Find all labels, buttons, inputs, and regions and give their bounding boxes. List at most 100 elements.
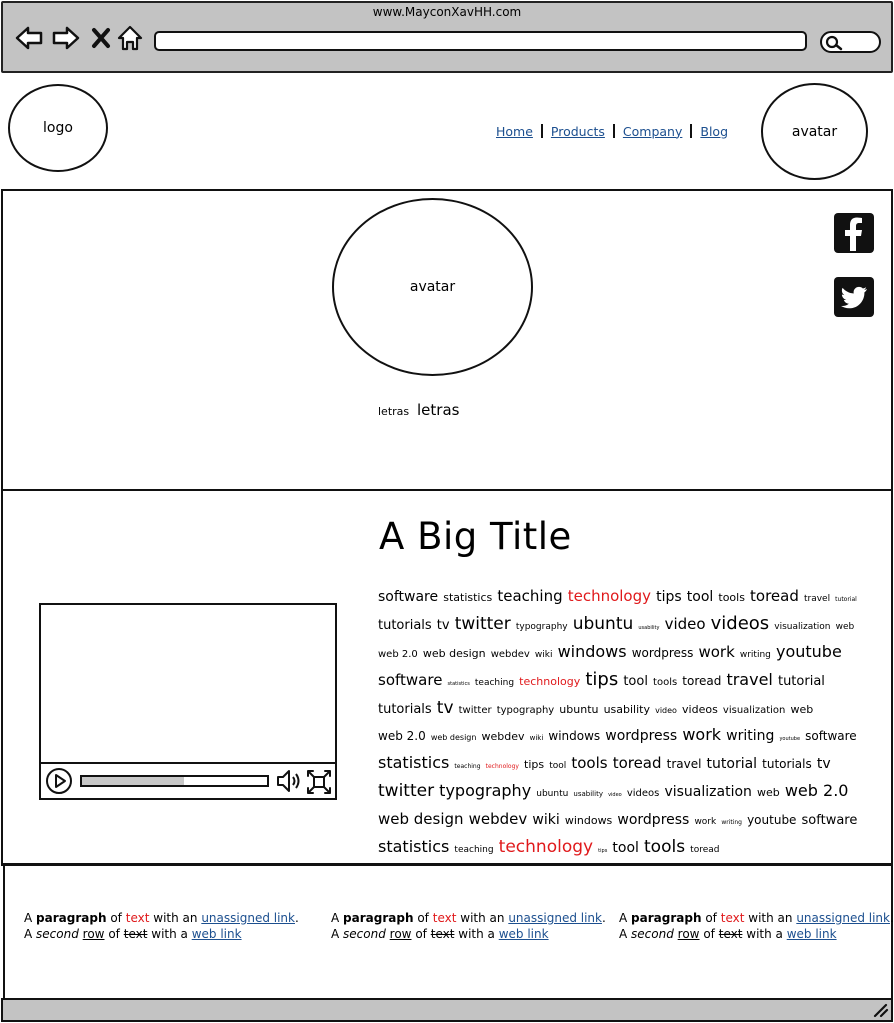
tag-typography[interactable]: typography [497, 705, 555, 716]
tag-teaching[interactable]: teaching [497, 587, 562, 605]
tag-ubuntu[interactable]: ubuntu [536, 789, 568, 799]
tag-travel[interactable]: travel [726, 670, 772, 689]
tag-toread[interactable]: toread [750, 587, 799, 605]
tag-videos[interactable]: videos [711, 613, 770, 634]
logo[interactable]: logo [8, 84, 108, 172]
tag-web-2-0[interactable]: web 2.0 [785, 781, 849, 800]
tag-toread[interactable]: toread [682, 674, 721, 688]
back-icon[interactable] [14, 24, 43, 52]
tag-windows[interactable]: windows [548, 729, 600, 743]
tag-usability[interactable]: usability [604, 703, 650, 716]
tag-web-design[interactable]: web design [423, 647, 486, 660]
tag-software[interactable]: software [805, 729, 857, 743]
tag-teaching[interactable]: teaching [454, 845, 493, 855]
facebook-icon[interactable] [834, 213, 874, 253]
tag-writing[interactable]: writing [726, 728, 774, 744]
tag-tips[interactable]: tips [598, 848, 607, 854]
tag-typography[interactable]: typography [439, 781, 531, 800]
unassigned-link[interactable]: unassigned link [201, 911, 295, 925]
web-link[interactable]: web link [787, 927, 837, 941]
tag-wiki[interactable]: wiki [530, 734, 544, 742]
volume-icon[interactable] [275, 768, 303, 798]
home-icon[interactable] [116, 24, 144, 52]
tag-tutorials[interactable]: tutorials [378, 702, 432, 717]
tag-ubuntu[interactable]: ubuntu [573, 614, 634, 634]
tag-tools[interactable]: tools [644, 837, 685, 857]
tag-videos[interactable]: videos [682, 703, 718, 716]
web-link[interactable]: web link [499, 927, 549, 941]
nav-link-products[interactable]: Products [551, 124, 605, 139]
tag-teaching[interactable]: teaching [475, 678, 514, 688]
tag-tutorials[interactable]: tutorials [378, 618, 432, 633]
tag-tips[interactable]: tips [524, 758, 544, 771]
tag-web[interactable]: web [757, 786, 780, 799]
tag-wordpress[interactable]: wordpress [632, 646, 694, 660]
tag-webdev[interactable]: webdev [491, 649, 530, 660]
unassigned-link[interactable]: unassigned link [508, 911, 602, 925]
address-bar[interactable] [154, 31, 807, 51]
fullscreen-icon[interactable] [306, 769, 332, 799]
tag-twitter[interactable]: twitter [378, 781, 434, 801]
tag-visualization[interactable]: visualization [774, 622, 830, 632]
tag-travel[interactable]: travel [667, 757, 702, 771]
tag-windows[interactable]: windows [565, 814, 612, 827]
tag-web-design[interactable]: web design [431, 733, 477, 742]
tag-tv[interactable]: tv [437, 698, 454, 718]
tag-usability[interactable]: usability [638, 625, 659, 631]
tag-web-design[interactable]: web design [378, 810, 464, 828]
tag-tv[interactable]: tv [437, 618, 450, 633]
tag-work[interactable]: work [694, 817, 716, 827]
tag-software[interactable]: software [378, 671, 442, 689]
tag-web[interactable]: web [836, 622, 855, 632]
tag-web-2-0[interactable]: web 2.0 [378, 729, 426, 743]
tag-wordpress[interactable]: wordpress [605, 728, 677, 744]
tag-video[interactable]: video [655, 706, 677, 715]
tag-tools[interactable]: tools [718, 591, 745, 604]
tag-wordpress[interactable]: wordpress [617, 812, 689, 828]
tag-visualization[interactable]: visualization [723, 705, 785, 716]
play-button[interactable] [46, 768, 72, 794]
tag-tips[interactable]: tips [656, 589, 682, 605]
tag-tutorials[interactable]: tutorials [762, 757, 812, 771]
tag-tutorial[interactable]: tutorial [778, 674, 825, 689]
tag-statistics[interactable]: statistics [443, 591, 492, 604]
tag-tool[interactable]: tool [623, 674, 648, 689]
tag-webdev[interactable]: webdev [469, 810, 528, 828]
tag-webdev[interactable]: webdev [482, 730, 525, 743]
nav-link-blog[interactable]: Blog [700, 124, 728, 139]
tag-tool[interactable]: tool [687, 589, 714, 605]
tag-writing[interactable]: writing [721, 819, 742, 826]
tag-technology[interactable]: technology [499, 837, 593, 857]
tag-travel[interactable]: travel [804, 594, 830, 604]
header-avatar[interactable]: avatar [761, 83, 868, 180]
tag-twitter[interactable]: twitter [459, 705, 492, 716]
tag-typography[interactable]: typography [516, 622, 568, 632]
tag-statistics[interactable]: statistics [448, 681, 470, 687]
tag-youtube[interactable]: youtube [747, 813, 796, 827]
forward-icon[interactable] [51, 24, 80, 52]
tag-software[interactable]: software [802, 813, 858, 828]
tag-video[interactable]: video [665, 615, 706, 633]
nav-link-home[interactable]: Home [496, 124, 533, 139]
nav-link-company[interactable]: Company [623, 124, 682, 139]
tag-web-2-0[interactable]: web 2.0 [378, 649, 418, 660]
tag-tools[interactable]: tools [571, 754, 607, 772]
tag-technology[interactable]: technology [486, 763, 519, 770]
tag-statistics[interactable]: statistics [378, 753, 449, 772]
tag-ubuntu[interactable]: ubuntu [559, 703, 598, 716]
tag-youtube[interactable]: youtube [779, 736, 800, 742]
tag-tool[interactable]: tool [549, 761, 566, 771]
browser-search-input[interactable] [820, 31, 881, 53]
tag-videos[interactable]: videos [627, 788, 660, 799]
tag-web[interactable]: web [790, 703, 813, 716]
tag-work[interactable]: work [698, 643, 734, 661]
tag-teaching[interactable]: teaching [454, 763, 480, 770]
tag-software[interactable]: software [378, 589, 438, 605]
tag-technology[interactable]: technology [519, 675, 580, 688]
tag-tutorial[interactable]: tutorial [835, 596, 857, 603]
tag-windows[interactable]: windows [558, 642, 627, 661]
close-icon[interactable] [90, 24, 118, 52]
twitter-icon[interactable] [834, 277, 874, 317]
tag-tips[interactable]: tips [585, 669, 618, 690]
tag-twitter[interactable]: twitter [455, 614, 511, 634]
